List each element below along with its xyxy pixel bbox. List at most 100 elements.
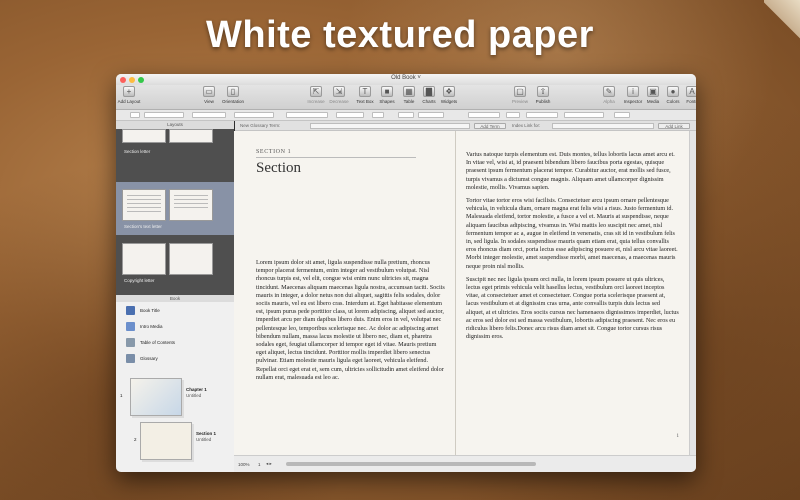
decrease-button[interactable]: ⇲ Decrease bbox=[326, 86, 352, 104]
app-window: Old Book ˅ + Add Layout ▭ View ▯ Orientation ⇱… bbox=[116, 74, 696, 472]
inspector-icon: i bbox=[627, 86, 639, 97]
book-header: Book bbox=[116, 295, 234, 302]
add-layout-label: Add Layout bbox=[117, 99, 141, 104]
index-link-select[interactable] bbox=[552, 122, 654, 129]
book-item[interactable]: Book Title bbox=[116, 302, 234, 318]
preview-label: Preview bbox=[511, 99, 528, 104]
widgets-button[interactable]: ❖ Widgets bbox=[436, 86, 462, 104]
alignment-buttons[interactable] bbox=[468, 112, 500, 118]
widgets-label: Widgets bbox=[440, 99, 458, 104]
shapes-label: Shapes bbox=[379, 99, 395, 104]
body-paragraph[interactable]: Varius natoque turpis elementum est. Dui… bbox=[466, 151, 679, 192]
vertical-scrollbar[interactable] bbox=[689, 131, 696, 455]
document-canvas[interactable]: SECTION 1 Section Lorem ipsum dolor sit … bbox=[234, 131, 689, 455]
section-number: 2 bbox=[134, 437, 137, 442]
publish-label: Publish bbox=[535, 99, 551, 104]
body-paragraph[interactable]: Suscipit nec nec ligula ipsum orci nulla… bbox=[466, 276, 679, 342]
book-item-label: Glossary bbox=[140, 356, 158, 361]
new-term-input[interactable] bbox=[310, 122, 470, 129]
orientation-icon: ▯ bbox=[227, 86, 239, 97]
preview-icon: ▢ bbox=[514, 86, 526, 97]
add-term-button[interactable]: Add Term bbox=[474, 122, 506, 129]
book-item-icon bbox=[126, 306, 135, 315]
body-paragraph[interactable]: Tortor vitae tortor eros wisi facilisis.… bbox=[466, 197, 679, 271]
chapter-number: 1 bbox=[120, 393, 123, 398]
chapter-item[interactable]: 1 Chapter 1 Untitled bbox=[116, 375, 234, 417]
zoom-select[interactable] bbox=[614, 112, 630, 118]
chapter-title: Chapter 1 bbox=[186, 387, 207, 392]
font-typeface-select[interactable] bbox=[336, 112, 364, 118]
fonts-icon: A bbox=[686, 86, 696, 97]
alpha-button[interactable]: ✎ Alpha bbox=[596, 86, 622, 104]
layout-row-1[interactable] bbox=[122, 129, 213, 143]
book-item[interactable]: Glossary bbox=[116, 350, 234, 366]
view-button[interactable]: ▭ View bbox=[196, 86, 222, 104]
layout-caption: Copyright letter bbox=[124, 278, 155, 283]
character-style-select[interactable] bbox=[192, 112, 226, 118]
layout-row-3[interactable] bbox=[122, 243, 213, 275]
table-label: Table bbox=[403, 99, 415, 104]
layout-caption: Section's text letter bbox=[124, 224, 162, 229]
section-label[interactable]: SECTION 1 bbox=[256, 149, 416, 158]
glossary-bar: New Glossary Term: Add Term Index Link f… bbox=[234, 121, 696, 131]
right-page[interactable]: Varius natoque turpis elementum est. Dui… bbox=[456, 131, 689, 455]
book-item-label: Book Title bbox=[140, 308, 160, 313]
list-style-select[interactable] bbox=[234, 112, 274, 118]
section-item[interactable]: 2 Section 1 Untitled bbox=[116, 419, 234, 461]
layout-row-2[interactable] bbox=[122, 189, 213, 221]
left-page[interactable]: SECTION 1 Section Lorem ipsum dolor sit … bbox=[234, 131, 456, 455]
columns-select[interactable] bbox=[526, 112, 558, 118]
alpha-label: Alpha bbox=[603, 99, 615, 104]
main-toolbar: + Add Layout ▭ View ▯ Orientation ⇱ Increase ⇲ De… bbox=[116, 85, 696, 110]
media-label: Media bbox=[646, 99, 660, 104]
widgets-icon: ❖ bbox=[443, 86, 455, 97]
horizontal-scrollbar[interactable] bbox=[286, 462, 536, 466]
layout-thumbnail[interactable] bbox=[122, 243, 166, 275]
book-item-label: Table of Contents bbox=[140, 340, 176, 345]
layout-thumbnail[interactable] bbox=[169, 189, 213, 221]
fonts-button[interactable]: A Fonts bbox=[679, 86, 696, 104]
decrease-label: Decrease bbox=[329, 99, 349, 104]
book-item[interactable]: Table of Contents bbox=[116, 334, 234, 350]
publish-button[interactable]: ⇧ Publish bbox=[530, 86, 556, 104]
font-size-field[interactable] bbox=[372, 112, 384, 118]
line-spacing-select[interactable] bbox=[506, 112, 520, 118]
window-title[interactable]: Old Book ˅ bbox=[116, 75, 696, 81]
style-stepper[interactable] bbox=[130, 112, 140, 118]
chapter-thumbnail bbox=[130, 378, 182, 416]
layout-thumbnail[interactable] bbox=[122, 129, 166, 143]
book-item[interactable]: Intro Media bbox=[116, 318, 234, 334]
zoom-level[interactable]: 100% bbox=[238, 462, 250, 467]
charts-label: Charts bbox=[422, 99, 436, 104]
paragraph-style-select[interactable] bbox=[144, 112, 184, 118]
layout-thumbnail[interactable] bbox=[169, 129, 213, 143]
view-icon: ▭ bbox=[203, 86, 215, 97]
page-indicator: 1 bbox=[258, 462, 261, 467]
layout-thumbnail[interactable] bbox=[122, 189, 166, 221]
orientation-button[interactable]: ▯ Orientation bbox=[220, 86, 246, 104]
book-item-icon bbox=[126, 354, 135, 363]
font-family-select[interactable] bbox=[286, 112, 328, 118]
book-panel: Book Book Title Intro Media Table of Conte… bbox=[116, 295, 234, 472]
shapes-icon: ■ bbox=[381, 86, 393, 97]
text-style-buttons[interactable] bbox=[418, 112, 444, 118]
format-bar bbox=[116, 110, 696, 121]
title-bar: Old Book ˅ bbox=[116, 74, 696, 85]
layout-thumbnail[interactable] bbox=[169, 243, 213, 275]
add-link-button[interactable]: Add Link bbox=[658, 122, 690, 129]
page-number: 1 bbox=[676, 434, 680, 439]
fonts-label: Fonts bbox=[686, 99, 696, 104]
book-item-icon bbox=[126, 322, 135, 331]
body-text[interactable]: Lorem ipsum dolor sit amet, ligula suspe… bbox=[256, 259, 445, 382]
page-nav-arrows[interactable]: ◂ ▸ bbox=[266, 461, 272, 467]
add-layout-button[interactable]: + Add Layout bbox=[116, 86, 142, 104]
section-title[interactable]: Section bbox=[256, 160, 445, 177]
layout-caption: Section letter bbox=[124, 149, 151, 154]
list-select[interactable] bbox=[564, 112, 604, 118]
section-title: Section 1 bbox=[196, 431, 217, 436]
alpha-icon: ✎ bbox=[603, 86, 615, 97]
increase-icon: ⇱ bbox=[310, 86, 322, 97]
charts-icon: ▇ bbox=[423, 86, 435, 97]
layouts-header: Layouts bbox=[116, 121, 234, 129]
text-color-well[interactable] bbox=[398, 112, 414, 118]
